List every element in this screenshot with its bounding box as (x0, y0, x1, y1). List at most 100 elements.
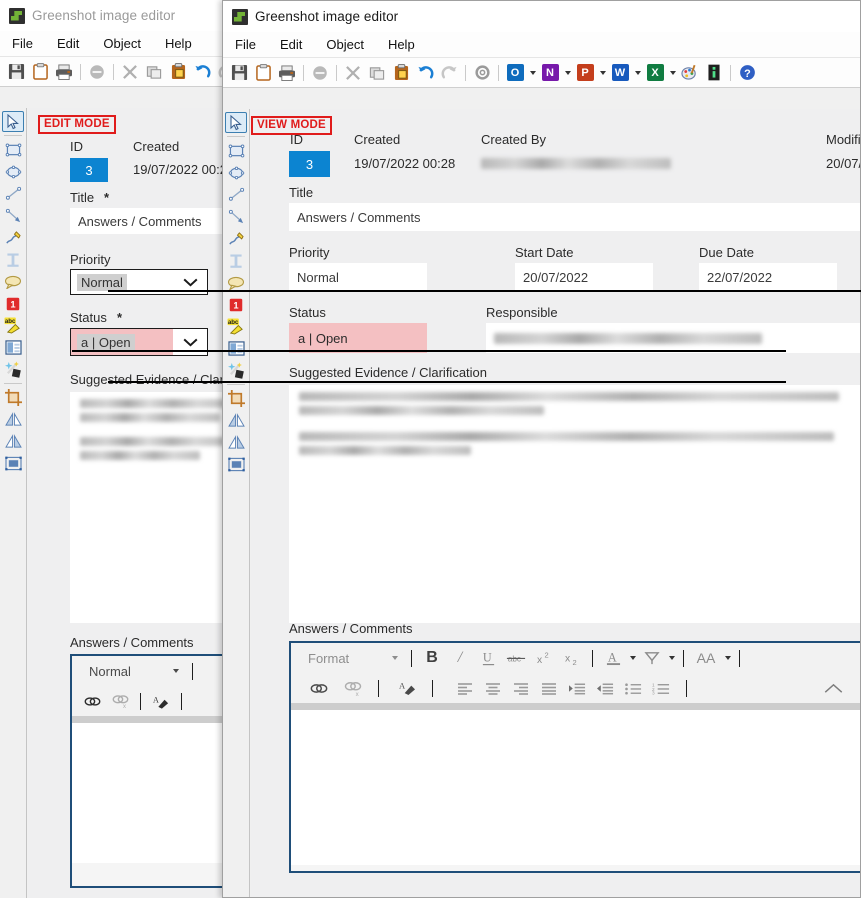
counter-tool[interactable]: 1 (225, 294, 247, 315)
onenote-icon[interactable]: N (539, 62, 561, 84)
copy-icon[interactable] (366, 62, 388, 84)
format-dropdown[interactable]: Format (298, 646, 404, 670)
undo-icon[interactable] (414, 62, 436, 84)
align-right-button[interactable] (508, 676, 534, 700)
background-window-titlebar[interactable]: Greenshot image editor (0, 0, 248, 31)
foreground-window-titlebar[interactable]: Greenshot image editor (223, 1, 860, 32)
align-justify-button[interactable] (536, 676, 562, 700)
collapse-toolbar-button[interactable] (820, 676, 846, 700)
font-color-button[interactable]: A (600, 646, 626, 670)
remove-link-button[interactable]: x (340, 676, 366, 700)
effects-wand-tool[interactable] (225, 360, 247, 381)
menu-object[interactable]: Object (101, 34, 143, 53)
line-tool[interactable] (2, 183, 24, 204)
rte-scrollbar[interactable] (291, 703, 860, 710)
underline-button[interactable]: U (475, 646, 501, 670)
crop-tool[interactable] (2, 387, 24, 408)
menu-edit[interactable]: Edit (278, 35, 304, 54)
numbered-list-button[interactable]: 1 2 3 (648, 676, 674, 700)
foreground-toolbar[interactable]: O N P W X? (223, 58, 860, 88)
menu-file[interactable]: File (10, 34, 35, 53)
delete-icon[interactable] (86, 61, 108, 83)
excel-icon[interactable]: X (644, 62, 666, 84)
align-left-button[interactable] (452, 676, 478, 700)
info-icon[interactable] (703, 62, 725, 84)
freehand-pen-tool[interactable] (225, 228, 247, 249)
freehand-pen-tool[interactable] (2, 227, 24, 248)
menu-help[interactable]: Help (386, 35, 417, 54)
format-dropdown[interactable]: Normal (79, 659, 185, 683)
clipboard-icon[interactable] (252, 62, 274, 84)
highlight-tool[interactable]: abc (2, 315, 24, 336)
text-tool[interactable] (225, 250, 247, 271)
line-tool[interactable] (225, 184, 247, 205)
text-tool[interactable] (2, 249, 24, 270)
settings-gear-icon[interactable] (471, 62, 493, 84)
speech-bubble-tool[interactable] (2, 271, 24, 292)
onenote-chevron-down-icon[interactable] (563, 62, 572, 84)
bold-button[interactable]: B (419, 646, 445, 670)
background-tool-palette[interactable]: 1 abc (0, 108, 27, 898)
answers-rich-text-editor[interactable]: Format B / U abc x 2 x 2 A AA x A 1 2 3 (289, 641, 860, 873)
save-icon[interactable] (228, 62, 250, 84)
align-center-button[interactable] (480, 676, 506, 700)
superscript-button[interactable]: x 2 (531, 646, 557, 670)
select-arrow-tool[interactable] (2, 111, 24, 132)
menu-file[interactable]: File (233, 35, 258, 54)
font-size-button[interactable]: AA (691, 646, 721, 670)
remove-link-button[interactable]: x (107, 689, 133, 713)
ellipse-tool[interactable] (225, 162, 247, 183)
flip-horizontal-tool[interactable] (225, 410, 247, 431)
indent-button[interactable] (564, 676, 590, 700)
italic-button[interactable]: / (447, 646, 473, 670)
outlook-chevron-down-icon[interactable] (528, 62, 537, 84)
ellipse-tool[interactable] (2, 161, 24, 182)
print-icon[interactable] (53, 61, 75, 83)
print-icon[interactable] (276, 62, 298, 84)
highlight-chevron-down-icon[interactable] (667, 646, 676, 670)
background-editor-window[interactable]: Greenshot image editor File Edit Object … (0, 0, 532, 898)
excel-chevron-down-icon[interactable] (668, 62, 677, 84)
rte-toolbar[interactable]: Format B / U abc x 2 x 2 A AA x A 1 2 3 (291, 643, 860, 703)
rte-toolbar-row-1[interactable]: Format B / U abc x 2 x 2 A AA (291, 643, 860, 673)
help-icon[interactable]: ? (736, 62, 758, 84)
resize-tool[interactable] (225, 454, 247, 475)
effects-wand-tool[interactable] (2, 359, 24, 380)
rectangle-tool[interactable] (2, 139, 24, 160)
crop-tool[interactable] (225, 388, 247, 409)
highlight-tool[interactable]: abc (225, 316, 247, 337)
word-chevron-down-icon[interactable] (633, 62, 642, 84)
font-color-chevron-down-icon[interactable] (628, 646, 637, 670)
redo-icon[interactable] (438, 62, 460, 84)
powerpoint-icon[interactable]: P (574, 62, 596, 84)
bullet-list-button[interactable] (620, 676, 646, 700)
paste-icon[interactable] (390, 62, 412, 84)
cut-icon[interactable] (119, 61, 141, 83)
menu-help[interactable]: Help (163, 34, 194, 53)
insert-link-button[interactable] (306, 676, 332, 700)
obfuscate-tool[interactable] (225, 338, 247, 359)
background-menubar[interactable]: File Edit Object Help (0, 31, 248, 57)
foreground-tool-palette[interactable]: 1 abc (223, 109, 250, 897)
insert-link-button[interactable] (79, 689, 105, 713)
foreground-editor-window[interactable]: Greenshot image editor File Edit Object … (222, 0, 861, 898)
background-toolbar[interactable]: ONPWX? (0, 57, 532, 87)
undo-icon[interactable] (191, 61, 213, 83)
arrow-tool[interactable] (2, 205, 24, 226)
menu-object[interactable]: Object (324, 35, 366, 54)
save-icon[interactable] (5, 61, 27, 83)
cut-icon[interactable] (342, 62, 364, 84)
subscript-button[interactable]: x 2 (559, 646, 585, 670)
word-icon[interactable]: W (609, 62, 631, 84)
highlight-color-button[interactable] (639, 646, 665, 670)
paste-icon[interactable] (167, 61, 189, 83)
counter-tool[interactable]: 1 (2, 293, 24, 314)
foreground-menubar[interactable]: File Edit Object Help (223, 32, 860, 58)
paint-icon[interactable] (679, 62, 701, 84)
flip-horizontal-tool[interactable] (2, 409, 24, 430)
outdent-button[interactable] (592, 676, 618, 700)
flip-vertical-tool[interactable] (225, 432, 247, 453)
clear-formatting-button[interactable]: A (394, 676, 420, 700)
flip-vertical-tool[interactable] (2, 431, 24, 452)
clear-formatting-button[interactable]: A (148, 689, 174, 713)
